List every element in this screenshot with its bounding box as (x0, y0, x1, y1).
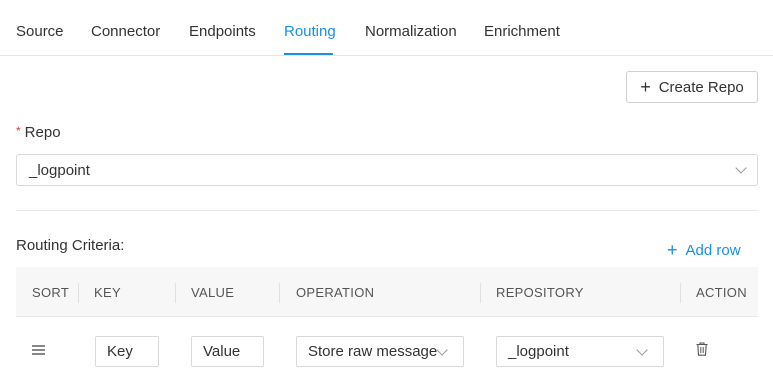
key-input-placeholder: Key (107, 343, 133, 360)
value-input-placeholder: Value (203, 343, 241, 360)
required-marker: * (16, 124, 21, 138)
repository-select[interactable]: _logpoint (496, 336, 664, 367)
chevron-down-icon (636, 343, 648, 356)
column-header-repository: REPOSITORY (496, 285, 584, 300)
table-row: Key Value Store raw message _logpoint (16, 318, 758, 382)
column-header-sort: SORT (32, 285, 70, 300)
column-header-key: KEY (94, 285, 121, 300)
column-separator (175, 283, 176, 303)
operation-select-value: Store raw message (308, 343, 438, 360)
create-repo-label: Create Repo (658, 78, 744, 96)
key-input[interactable]: Key (95, 336, 159, 367)
tab-enrichment[interactable]: Enrichment (484, 23, 560, 40)
repo-label: * Repo (16, 124, 61, 141)
column-separator (480, 283, 481, 303)
tab-endpoints[interactable]: Endpoints (189, 23, 256, 40)
operation-select[interactable]: Store raw message (296, 336, 464, 367)
tab-normalization[interactable]: Normalization (365, 23, 457, 40)
add-row-label: Add row (685, 241, 741, 259)
active-tab-indicator (284, 53, 333, 55)
column-separator (680, 283, 681, 303)
plus-icon: + (667, 240, 678, 260)
column-header-action: ACTION (696, 285, 747, 300)
chevron-down-icon (735, 162, 747, 174)
add-row-button[interactable]: + Add row (667, 241, 741, 259)
repo-select-value: _logpoint (29, 161, 90, 179)
drag-handle-icon[interactable] (32, 345, 45, 355)
routing-table-header: SORT KEY VALUE OPERATION REPOSITORY ACTI… (16, 267, 758, 317)
column-header-operation: OPERATION (296, 285, 375, 300)
value-input[interactable]: Value (191, 336, 264, 367)
tab-routing[interactable]: Routing (284, 23, 336, 40)
column-header-value: VALUE (191, 285, 235, 300)
repo-select[interactable]: _logpoint (16, 154, 758, 186)
trash-icon[interactable] (696, 342, 708, 356)
tab-source[interactable]: Source (16, 23, 64, 40)
routing-criteria-title: Routing Criteria: (16, 237, 125, 254)
divider (16, 210, 758, 211)
tab-connector[interactable]: Connector (91, 23, 160, 40)
plus-icon: + (640, 77, 651, 97)
create-repo-button[interactable]: + Create Repo (626, 71, 758, 103)
repo-label-text: Repo (24, 124, 61, 141)
column-separator (78, 283, 79, 303)
column-separator (279, 283, 280, 303)
tab-bar: Source Connector Endpoints Routing Norma… (0, 0, 773, 56)
repository-select-value: _logpoint (508, 343, 569, 360)
chevron-down-icon (436, 343, 448, 356)
